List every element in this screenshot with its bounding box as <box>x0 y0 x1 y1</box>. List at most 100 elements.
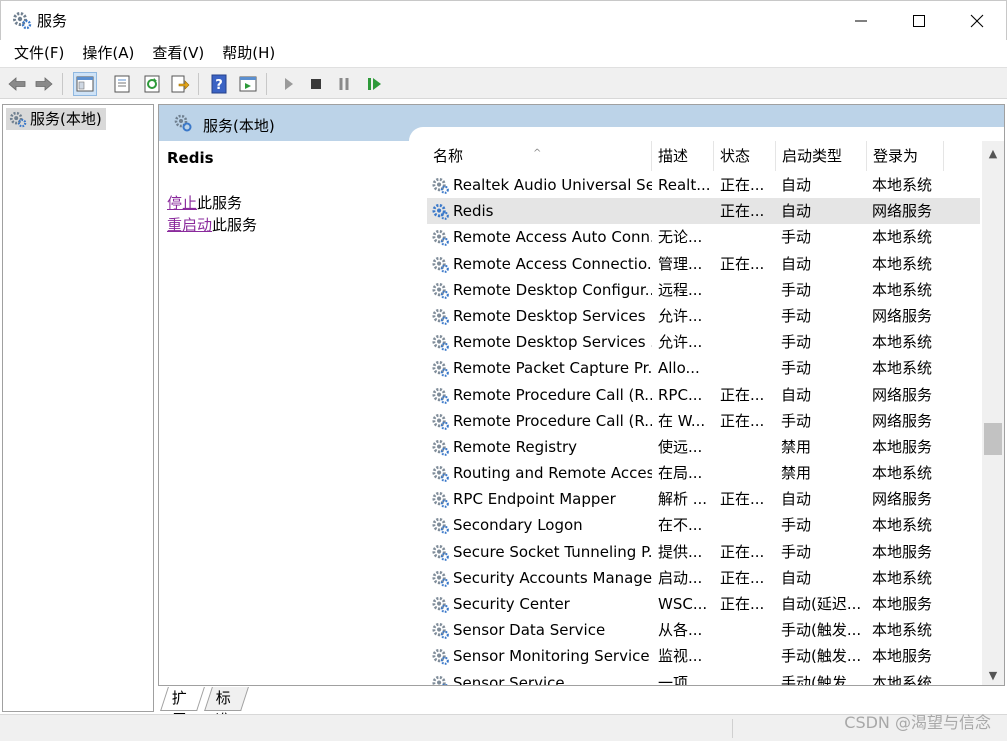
table-row[interactable]: Secure Socket Tunneling P... 提供... 正在... 手动… <box>427 539 980 565</box>
service-name-cell-text: Routing and Remote Access <box>453 464 652 483</box>
service-gear-icon <box>432 596 449 613</box>
table-row[interactable]: Remote Procedure Call (R... RPC... 正在... 自动… <box>427 382 980 408</box>
service-logon-cell: 本地系统 <box>872 460 972 486</box>
help-button[interactable]: ? <box>207 72 231 96</box>
tab-standard[interactable]: 标准 <box>204 687 249 729</box>
menu-help[interactable]: 帮助(H) <box>213 40 284 67</box>
table-row[interactable]: Remote Packet Capture Pr... Allo... 手动 本地系统 <box>427 355 980 381</box>
column-header-logon-as[interactable]: 登录为 <box>867 141 944 171</box>
table-row[interactable]: Sensor Service 一项... 手动(触发... 本地系统 <box>427 670 980 686</box>
service-status-cell <box>720 329 776 355</box>
service-startup-type-cell-text: 自动 <box>781 254 812 273</box>
table-row[interactable]: Routing and Remote Access 在局... 禁用 本地系统 <box>427 460 980 486</box>
scroll-up-icon[interactable]: ▲ <box>986 147 1000 161</box>
service-description-cell-text: 远程... <box>658 280 703 299</box>
column-header-name[interactable]: 名称 ^ <box>427 141 652 171</box>
table-row[interactable]: Remote Desktop Configur... 远程... 手动 本地系统 <box>427 277 980 303</box>
toolbar-separator <box>266 73 267 95</box>
tree-item-services-local[interactable]: 服务(本地) <box>6 108 106 130</box>
service-logon-cell-text: 本地服务 <box>872 595 933 613</box>
service-name-cell: RPC Endpoint Mapper <box>431 486 652 512</box>
service-startup-type-cell-text: 手动 <box>781 228 812 247</box>
show-hide-tree-button[interactable] <box>73 72 97 96</box>
scrollbar-thumb[interactable] <box>984 423 1002 455</box>
scroll-down-icon[interactable]: ▼ <box>986 669 1000 683</box>
minimize-button[interactable] <box>832 1 890 41</box>
menu-view[interactable]: 查看(V) <box>143 40 213 67</box>
action-pane-button[interactable] <box>236 72 260 96</box>
properties-button[interactable] <box>110 72 134 96</box>
vertical-scrollbar[interactable]: ▲ ▼ <box>982 141 1004 685</box>
service-description-cell-text: 解析 ... <box>658 490 708 509</box>
restart-service-link[interactable]: 重启动 <box>167 216 212 234</box>
service-status-cell <box>720 303 776 329</box>
service-startup-type-cell: 自动 <box>781 198 864 224</box>
service-startup-type-cell: 手动(触发... <box>781 643 864 669</box>
service-name-cell-text: Secure Socket Tunneling P... <box>453 542 652 561</box>
table-row[interactable]: Realtek Audio Universal Se... Realt... 正在.… <box>427 172 980 198</box>
service-startup-type-cell: 手动 <box>781 512 864 538</box>
service-gear-icon <box>432 361 449 378</box>
services-gear-icon <box>9 111 27 128</box>
menu-action[interactable]: 操作(A) <box>73 40 143 67</box>
table-row[interactable]: Remote Desktop Services ... 允许... 手动 本地系统 <box>427 329 980 355</box>
service-name-cell: Remote Desktop Services ... <box>431 329 652 355</box>
back-button[interactable] <box>5 72 29 96</box>
export-list-button[interactable] <box>168 72 192 96</box>
table-row[interactable]: Sensor Data Service 从各... 手动(触发... 本地系统 <box>427 617 980 643</box>
table-row[interactable]: Remote Desktop Services 允许... 手动 网络服务 <box>427 303 980 329</box>
service-gear-icon <box>432 204 449 221</box>
service-startup-type-cell: 自动(延迟... <box>781 591 864 617</box>
table-row[interactable]: Remote Access Connectio... 管理... 正在... 自动 本地… <box>427 251 980 277</box>
service-logon-cell-text: 本地系统 <box>872 333 933 352</box>
service-startup-type-cell: 手动 <box>781 277 864 303</box>
service-gear-icon <box>432 230 449 247</box>
close-button[interactable] <box>948 1 1006 41</box>
service-name-cell: Security Accounts Manager <box>431 565 652 591</box>
pause-service-button[interactable] <box>332 72 356 96</box>
service-logon-cell-text: 本地系统 <box>872 568 933 587</box>
service-description-cell: 在不... <box>658 512 714 538</box>
start-service-button[interactable] <box>276 72 300 96</box>
service-startup-type-cell-text: 手动(触发... <box>781 647 862 666</box>
service-name-cell-text: Redis <box>453 202 494 221</box>
pause-service-icon <box>339 78 349 90</box>
services-list: 名称 ^ 描述 状态 启动类型 登录为 Realtek Audio Univer… <box>427 141 980 686</box>
table-row[interactable]: Secondary Logon 在不... 手动 本地系统 <box>427 512 980 538</box>
service-logon-cell-text: 本地系统 <box>872 673 933 686</box>
service-startup-type-cell-text: 自动 <box>781 490 812 509</box>
column-header-status[interactable]: 状态 <box>714 141 776 171</box>
table-row[interactable]: RPC Endpoint Mapper 解析 ... 正在... 自动 网络服务 <box>427 486 980 512</box>
refresh-button[interactable] <box>140 72 164 96</box>
service-logon-cell: 网络服务 <box>872 198 972 224</box>
service-name-cell: Sensor Data Service <box>431 617 652 643</box>
forward-button[interactable] <box>32 72 56 96</box>
maximize-icon <box>913 15 925 27</box>
maximize-button[interactable] <box>890 1 948 41</box>
service-startup-type-cell: 自动 <box>781 251 864 277</box>
column-header-startup-type[interactable]: 启动类型 <box>776 141 867 171</box>
column-header-description[interactable]: 描述 <box>652 141 714 171</box>
service-status-cell <box>720 643 776 669</box>
service-name-cell: Routing and Remote Access <box>431 460 652 486</box>
table-row[interactable]: Remote Access Auto Conn... 无论... 手动 本地系统 <box>427 224 980 250</box>
service-logon-cell: 网络服务 <box>872 382 972 408</box>
service-status-cell <box>720 512 776 538</box>
service-description-cell-text: 提供... <box>658 542 703 561</box>
stop-service-button[interactable] <box>304 72 328 96</box>
stop-service-link[interactable]: 停止 <box>167 194 197 212</box>
resume-service-button[interactable] <box>362 72 386 96</box>
service-startup-type-cell-text: 手动 <box>781 333 812 352</box>
table-row[interactable]: Sensor Monitoring Service 监视... 手动(触发... 本地… <box>427 643 980 669</box>
tab-extended[interactable]: 扩展 <box>160 687 205 729</box>
table-row[interactable]: Security Center WSC... 正在... 自动(延迟... 本地服务 <box>427 591 980 617</box>
table-row[interactable]: Redis 正在... 自动 网络服务 <box>427 198 980 225</box>
service-status-cell-text: 正在... <box>720 595 765 613</box>
table-row[interactable]: Remote Procedure Call (R... 在 W... 正在... 手动… <box>427 408 980 434</box>
service-startup-type-cell: 自动 <box>781 486 864 512</box>
table-row[interactable]: Remote Registry 使远... 禁用 本地服务 <box>427 434 980 460</box>
service-logon-cell-text: 网络服务 <box>872 385 933 404</box>
menu-file[interactable]: 文件(F) <box>5 40 73 67</box>
service-description-cell: 在局... <box>658 460 714 486</box>
table-row[interactable]: Security Accounts Manager 启动... 正在... 自动 本地系… <box>427 565 980 591</box>
